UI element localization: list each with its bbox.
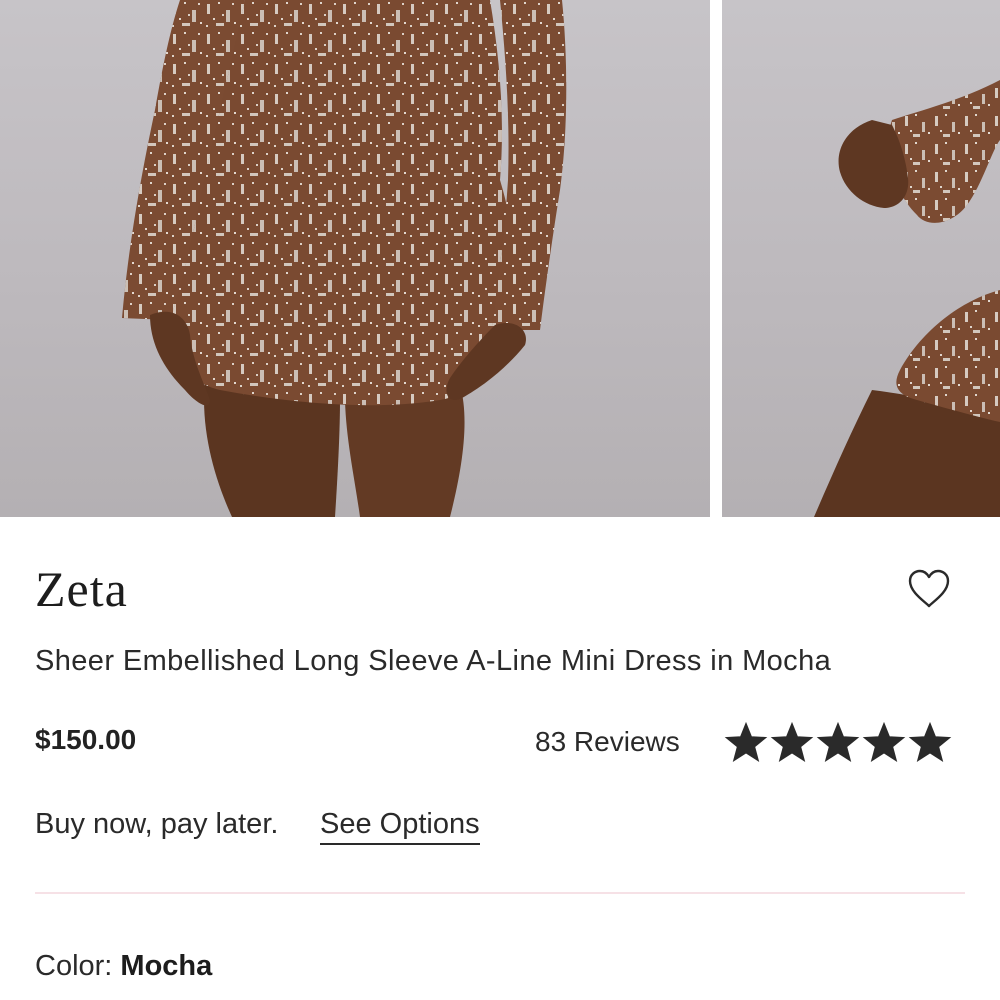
product-price: $150.00	[35, 724, 137, 755]
see-options-link[interactable]: See Options	[320, 808, 480, 845]
brand-name: Zeta	[35, 561, 128, 617]
product-image-gallery[interactable]	[0, 0, 1000, 517]
color-selector-label: Color: Mocha	[35, 950, 212, 983]
wishlist-button[interactable]	[906, 568, 952, 610]
section-divider	[35, 892, 965, 894]
product-photo-back-view[interactable]	[0, 0, 710, 517]
heart-outline-icon	[908, 569, 950, 608]
star-icon	[908, 722, 952, 762]
product-photo-side-view[interactable]	[722, 0, 1000, 517]
selected-color-value: Mocha	[120, 950, 213, 982]
color-label: Color:	[35, 950, 113, 982]
star-icon	[770, 722, 814, 762]
bnpl-text: Buy now, pay later.	[35, 808, 279, 840]
star-icon	[862, 722, 906, 762]
product-title: Sheer Embellished Long Sleeve A-Line Min…	[35, 645, 832, 677]
rating-stars[interactable]	[724, 722, 952, 764]
star-icon	[816, 722, 860, 762]
reviews-link[interactable]: 83 Reviews	[535, 726, 680, 758]
star-icon	[724, 722, 768, 762]
dress-side-illustration	[814, 80, 1000, 517]
dress-back-illustration	[122, 0, 567, 517]
